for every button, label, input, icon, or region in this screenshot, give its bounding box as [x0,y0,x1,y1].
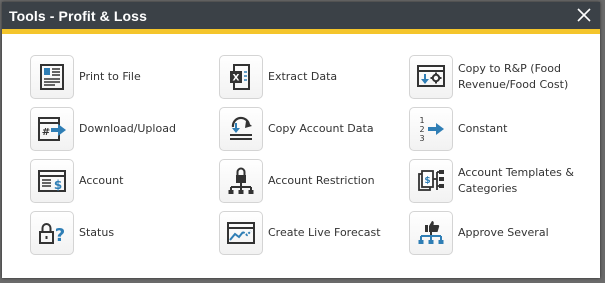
excel-extract-icon: X [219,55,263,99]
download-upload-icon: # [30,107,74,151]
account-restriction-label: Account Restriction [268,174,375,187]
constant-label: Constant [458,122,508,135]
download-upload-label: Download/Upload [79,122,176,135]
status-button[interactable]: ? Status [30,210,114,256]
copy-to-rp-label: Copy to R&P (Food Revenue/Food Cost) [458,62,569,91]
approve-several-button[interactable]: Approve Several [409,210,549,256]
create-live-forecast-button[interactable]: Create Live Forecast [219,210,381,256]
svg-text:3: 3 [419,134,424,143]
copy-to-rp-button[interactable]: Copy to R&P (Food Revenue/Food Cost) [409,54,568,100]
restriction-icon [219,159,263,203]
svg-text:$: $ [424,176,430,186]
status-label: Status [79,226,115,239]
account-restriction-button[interactable]: Account Restriction [219,158,375,204]
account-icon: $ [30,159,74,203]
download-upload-button[interactable]: # Download/Upload [30,106,176,152]
copy-settings-icon [409,55,453,99]
numbered-list-icon: 1 2 3 [409,107,453,151]
svg-text:X: X [233,74,240,84]
print-to-file-icon [30,55,74,99]
print-to-file-button[interactable]: Print to File [30,54,141,100]
svg-text:2: 2 [419,125,424,134]
copy-account-data-button[interactable]: Copy Account Data [219,106,374,152]
svg-text:$: $ [54,178,62,192]
account-templates-label: Account Templates & Categories [458,166,574,195]
approve-several-label: Approve Several [458,226,549,239]
create-live-forecast-label: Create Live Forecast [268,226,381,239]
forecast-icon [219,211,263,255]
print-to-file-label: Print to File [79,70,141,83]
account-button[interactable]: $ Account [30,158,123,204]
svg-text:1: 1 [419,116,424,125]
title-bar: Tools - Profit & Loss [2,2,600,34]
templates-icon: $ [409,159,453,203]
account-templates-button[interactable]: $ Account Templates & Categories [409,158,574,204]
tools-dialog: Tools - Profit & Loss Print to File X Ex… [2,2,600,278]
copy-data-icon [219,107,263,151]
tools-grid: Print to File X Extract Data Copy to R&P… [2,34,600,278]
extract-data-label: Extract Data [268,70,338,83]
constant-button[interactable]: 1 2 3 Constant [409,106,507,152]
copy-account-data-label: Copy Account Data [268,122,374,135]
svg-text:#: # [42,127,50,138]
lock-question-icon: ? [30,211,74,255]
extract-data-button[interactable]: X Extract Data [219,54,337,100]
dialog-title: Tools - Profit & Loss [9,8,147,24]
approve-icon [409,211,453,255]
close-icon[interactable] [574,5,594,25]
svg-text:?: ? [55,225,65,246]
account-label: Account [79,174,124,187]
